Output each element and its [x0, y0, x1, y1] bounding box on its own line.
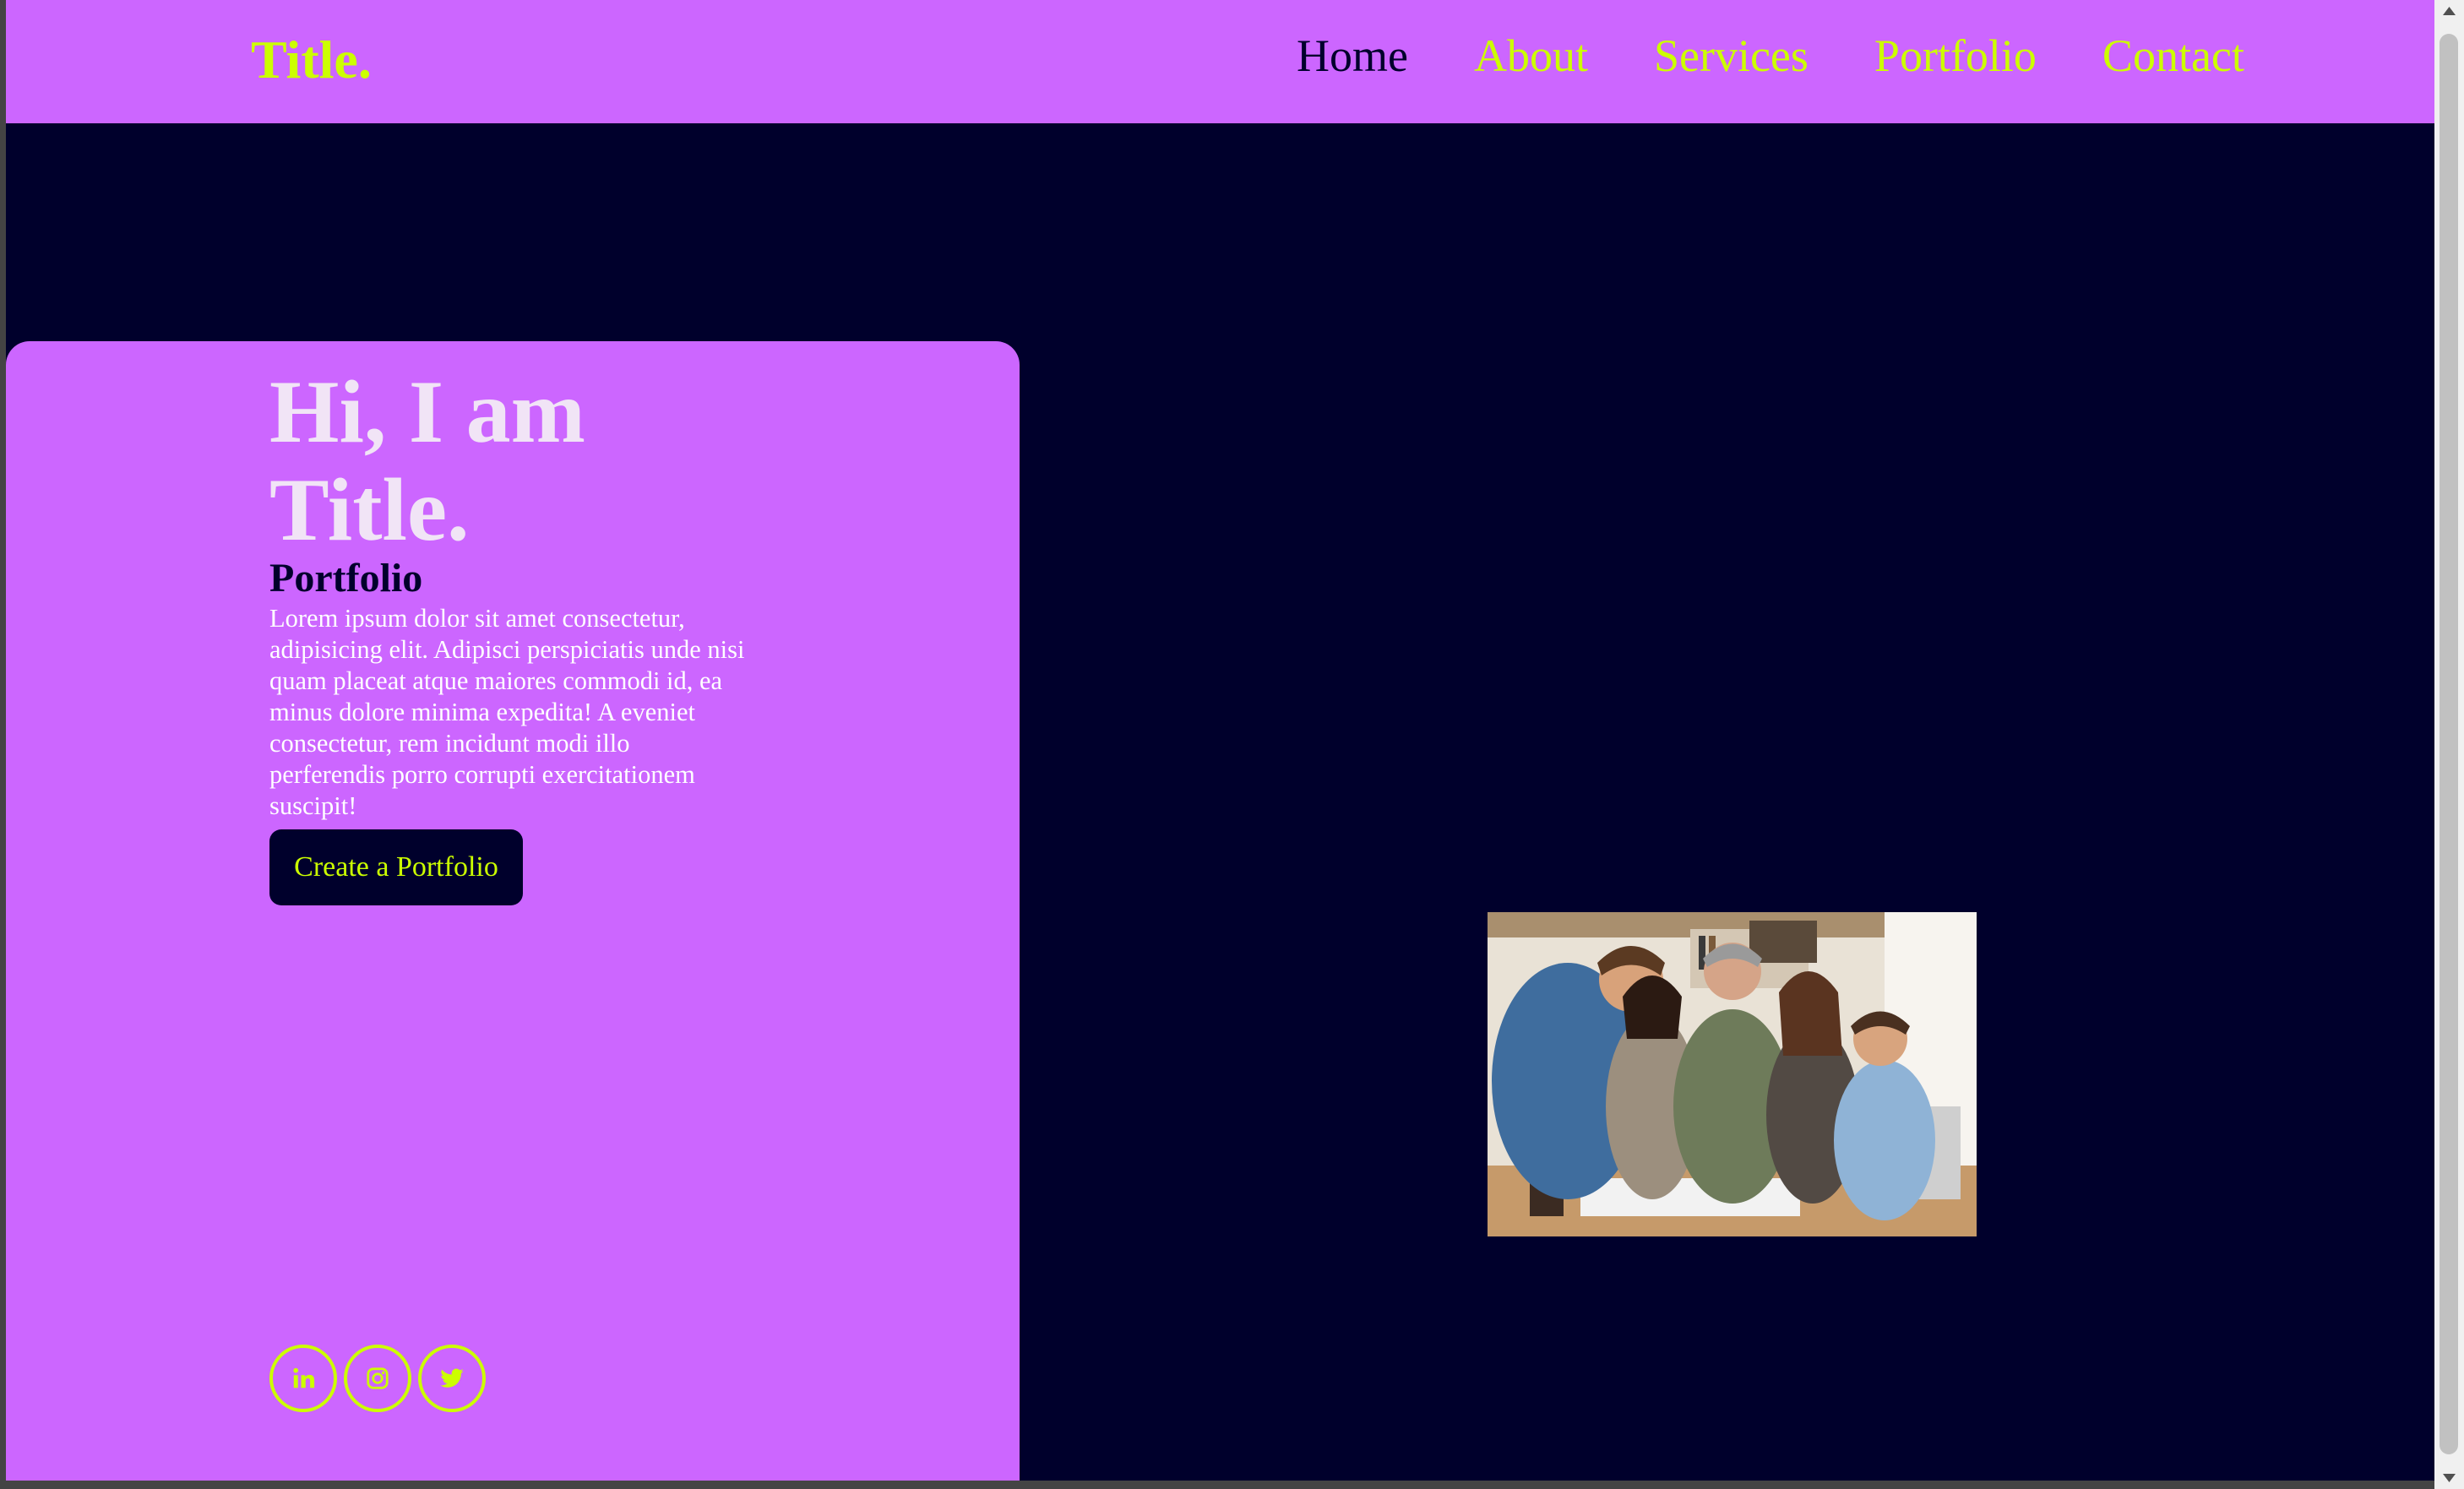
team-photo: [1488, 912, 1977, 1236]
brand-logo[interactable]: Title.: [251, 27, 372, 93]
hero-subtitle: Portfolio: [269, 556, 423, 600]
nav-item-contact[interactable]: Contact: [2102, 25, 2244, 86]
hero-description: Lorem ipsum dolor sit amet consectetur, …: [269, 604, 745, 820]
nav-item-about[interactable]: About: [1474, 25, 1588, 86]
scrollbar-thumb[interactable]: [2440, 34, 2458, 1454]
scroll-up-arrow-icon[interactable]: [2434, 0, 2464, 22]
nav-item-services[interactable]: Services: [1654, 25, 1809, 86]
page-viewport: Title. Home About Services Portfolio Con…: [6, 0, 2434, 1481]
nav-item-home[interactable]: Home: [1297, 25, 1408, 86]
window-bottom-edge: [0, 1481, 2434, 1489]
instagram-icon: [367, 1367, 389, 1389]
hero-card: Hi, I am Title. Portfolio Lorem ipsum do…: [6, 341, 1020, 1481]
scroll-down-arrow-icon[interactable]: [2434, 1467, 2464, 1489]
twitter-link[interactable]: [418, 1345, 486, 1412]
social-links: [269, 1345, 492, 1412]
hero-title: Hi, I am Title.: [269, 362, 585, 559]
vertical-scrollbar[interactable]: [2434, 0, 2464, 1489]
linkedin-link[interactable]: [269, 1345, 337, 1412]
nav-links: Home About Services Portfolio Contact: [1297, 25, 2244, 86]
create-portfolio-button[interactable]: Create a Portfolio: [269, 829, 523, 905]
instagram-link[interactable]: [344, 1345, 411, 1412]
twitter-icon: [440, 1368, 464, 1388]
linkedin-icon: [293, 1367, 315, 1388]
navbar: Title. Home About Services Portfolio Con…: [6, 0, 2434, 123]
nav-item-portfolio[interactable]: Portfolio: [1874, 25, 2037, 86]
